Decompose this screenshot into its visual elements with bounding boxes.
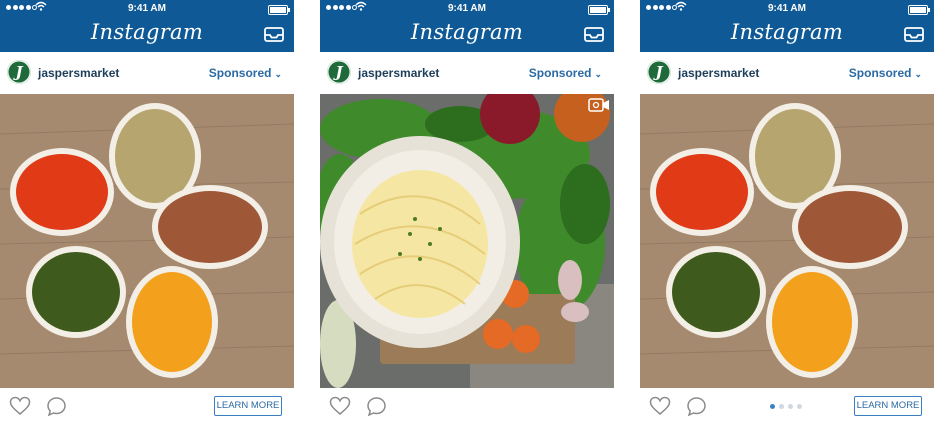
username-link[interactable]: jaspersmarket [358,66,439,80]
phone-screen-2: 9:41 AM Instagram J jaspersmarket Sponso… [320,0,614,426]
chevron-down-icon: ⌄ [914,69,922,79]
post-actions: LEARN MORE [640,388,934,426]
sponsored-dropdown[interactable]: Sponsored ⌄ [849,66,922,80]
heart-icon[interactable] [9,396,31,416]
carousel-dot[interactable] [797,404,802,409]
comment-icon[interactable] [46,396,67,417]
post-video-pasta[interactable] [320,94,614,388]
sponsored-dropdown[interactable]: Sponsored ⌄ [209,66,282,80]
carousel-dot[interactable] [788,404,793,409]
learn-more-button[interactable]: LEARN MORE [214,396,282,416]
battery-icon [268,5,290,15]
inbox-icon[interactable] [584,27,604,42]
carousel-indicator[interactable] [770,404,802,409]
post-carousel-spices[interactable] [640,94,934,388]
post-actions: LEARN MORE [0,388,294,426]
phone-screen-1: 9:41 AM Instagram J jaspersmarket Sponso… [0,0,294,426]
avatar[interactable]: J [327,60,351,84]
inbox-icon[interactable] [264,27,284,42]
chevron-down-icon: ⌄ [594,69,602,79]
comment-icon[interactable] [366,396,387,417]
app-title: Instagram [730,20,844,44]
carousel-dot[interactable] [779,404,784,409]
phone-screen-3: 9:41 AM Instagram J jaspersmarket Sponso… [640,0,934,426]
post-actions [320,388,614,426]
status-bar: 9:41 AM [320,0,614,18]
post-header: J jaspersmarket Sponsored ⌄ [0,52,294,94]
sponsored-dropdown[interactable]: Sponsored ⌄ [529,66,602,80]
carousel-dot[interactable] [770,404,775,409]
status-bar: 9:41 AM [0,0,294,18]
sponsored-label: Sponsored [528,66,592,80]
learn-more-button[interactable]: LEARN MORE [854,396,922,416]
app-header: 9:41 AM Instagram [320,0,614,52]
app-title: Instagram [410,20,524,44]
post-header: J jaspersmarket Sponsored ⌄ [320,52,614,94]
battery-icon [588,5,610,15]
status-time: 9:41 AM [128,3,166,14]
app-header: 9:41 AM Instagram [0,0,294,52]
app-title: Instagram [90,20,204,44]
status-bar: 9:41 AM [640,0,934,18]
status-time: 9:41 AM [448,3,486,14]
status-time: 9:41 AM [768,3,806,14]
avatar[interactable]: J [7,60,31,84]
comment-icon[interactable] [686,396,707,417]
username-link[interactable]: jaspersmarket [38,66,119,80]
chevron-down-icon: ⌄ [274,69,282,79]
post-image-spices[interactable] [0,94,294,388]
heart-icon[interactable] [649,396,671,416]
sponsored-label: Sponsored [848,66,912,80]
post-header: J jaspersmarket Sponsored ⌄ [640,52,934,94]
username-link[interactable]: jaspersmarket [678,66,759,80]
video-icon [588,98,609,112]
sponsored-label: Sponsored [208,66,272,80]
heart-icon[interactable] [329,396,351,416]
app-header: 9:41 AM Instagram [640,0,934,52]
inbox-icon[interactable] [904,27,924,42]
avatar[interactable]: J [647,60,671,84]
battery-icon [908,5,930,15]
